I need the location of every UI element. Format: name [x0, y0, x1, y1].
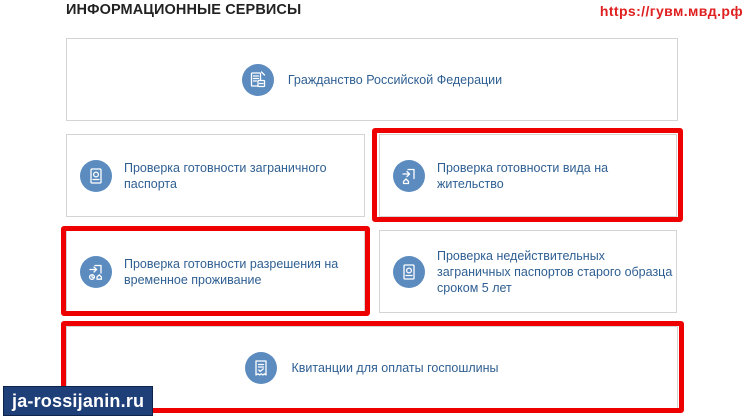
service-card-state-fee-receipts[interactable]: Квитанции для оплаты госпошлины: [66, 326, 678, 409]
passport-icon: [393, 255, 425, 288]
citizenship-document-icon: [241, 63, 274, 96]
service-label: Квитанции для оплаты госпошлины: [291, 360, 499, 375]
service-label: Проверка недействительных заграничных па…: [437, 248, 673, 295]
service-card-temporary-residence[interactable]: Проверка готовности разрешения на времен…: [66, 230, 365, 313]
service-label: Проверка готовности разрешения на времен…: [124, 256, 339, 287]
watermark-badge: ja-rossijanin.ru: [3, 386, 154, 416]
passport-icon: [80, 159, 112, 192]
service-card-invalid-passports[interactable]: Проверка недействительных заграничных па…: [379, 230, 677, 313]
service-card-citizenship[interactable]: Гражданство Российской Федерации: [66, 38, 678, 121]
service-label: Проверка готовности заграничного паспорт…: [124, 160, 327, 191]
service-label: Гражданство Российской Федерации: [287, 72, 503, 87]
receipt-icon: [245, 351, 278, 384]
section-title: ИНФОРМАЦИОННЫЕ СЕРВИСЫ: [66, 2, 302, 18]
residence-permit-icon: [393, 159, 425, 192]
temporary-residence-icon: [80, 255, 112, 288]
service-card-residence-permit[interactable]: Проверка готовности вида на жительство: [379, 134, 677, 217]
service-card-passport-readiness[interactable]: Проверка готовности заграничного паспорт…: [66, 134, 365, 217]
site-url-caption: https://гувм.мвд.рф: [599, 3, 743, 19]
service-label: Проверка готовности вида на жительство: [437, 160, 609, 191]
